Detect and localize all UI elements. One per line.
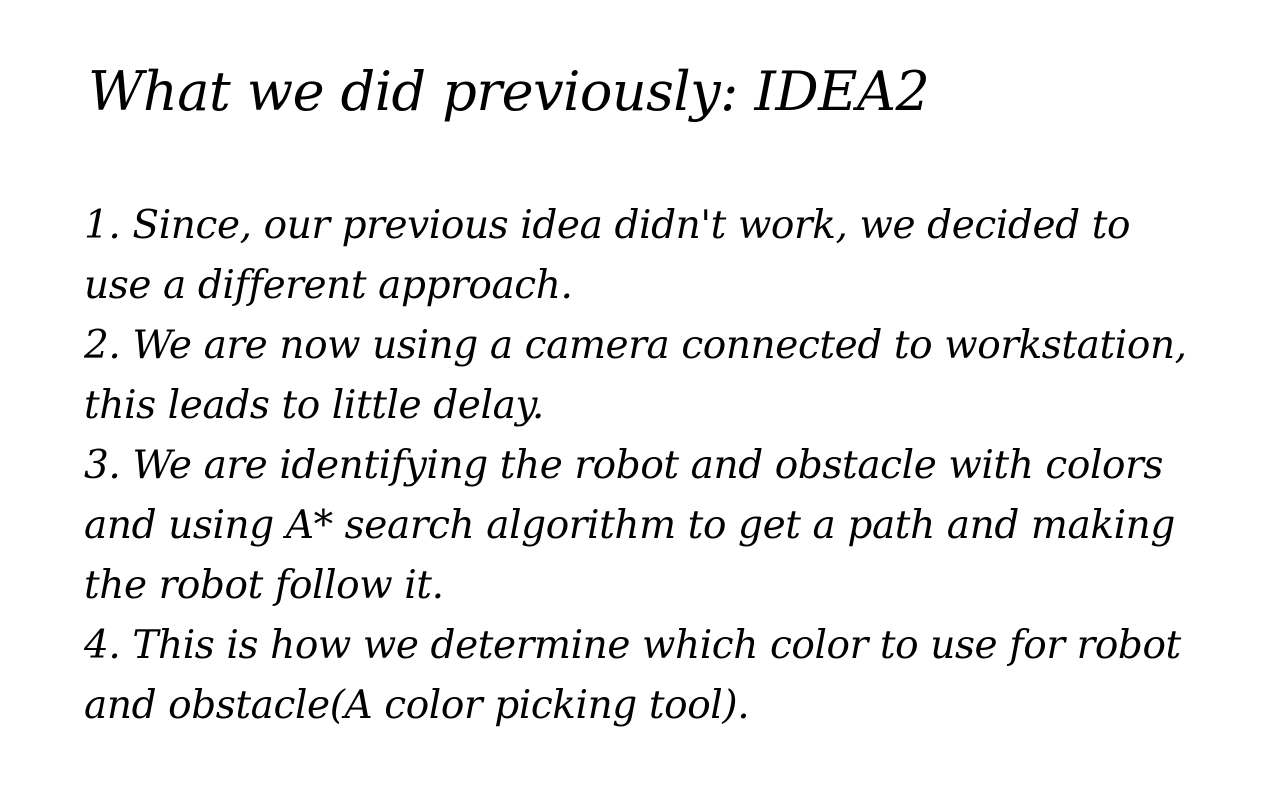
bullet-point-1: 1. Since, our previous idea didn't work,… — [84, 203, 1131, 308]
slide-title: What we did previously: IDEA2 — [88, 60, 930, 123]
bullet-list: 1. Since, our previous idea didn't work,… — [84, 196, 1204, 736]
bullet-point-2: 2. We are now using a camera connected t… — [84, 323, 1187, 428]
slide: What we did previously: IDEA2 1. Since, … — [0, 0, 1280, 800]
bullet-point-3: 3. We are identifying the robot and obst… — [84, 443, 1175, 608]
bullet-point-4: 4. This is how we determine which color … — [84, 623, 1181, 728]
